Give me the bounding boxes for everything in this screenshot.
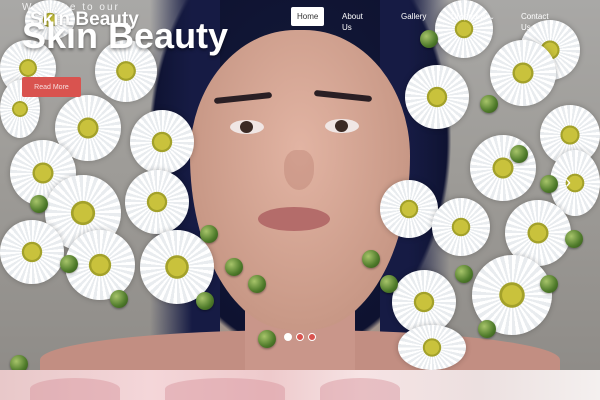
green-bead	[196, 292, 214, 310]
chevron-down-icon: ⌄	[489, 15, 495, 21]
main-nav: Home About Us Gallery Dropdown ⌄ Contact …	[0, 7, 600, 37]
nav-item-gallery[interactable]: Gallery	[401, 11, 426, 22]
green-bead	[478, 320, 496, 338]
pink-flower	[320, 378, 400, 400]
green-bead	[10, 355, 28, 370]
daisy-flower	[470, 135, 536, 201]
daisy-flower	[130, 110, 194, 174]
nav-item-about-us[interactable]: About Us	[342, 11, 363, 33]
green-bead	[110, 290, 128, 308]
eye	[230, 120, 264, 134]
green-bead	[248, 275, 266, 293]
nav-item-home[interactable]: Home	[291, 7, 325, 26]
daisy-flower	[380, 180, 438, 238]
daisy-flower	[0, 220, 64, 284]
daisy-flower	[405, 65, 469, 129]
carousel-indicator[interactable]	[296, 333, 304, 341]
green-bead	[60, 255, 78, 273]
green-bead	[540, 275, 558, 293]
lips	[258, 207, 330, 231]
green-bead	[480, 95, 498, 113]
nav-item-contact-us[interactable]: Contact Us	[521, 11, 549, 33]
chevron-right-icon[interactable]: ›	[560, 172, 576, 192]
green-bead	[455, 265, 473, 283]
carousel-indicator[interactable]	[284, 333, 292, 341]
nose	[284, 150, 314, 190]
green-bead	[510, 145, 528, 163]
read-more-button[interactable]: Read More	[22, 77, 81, 97]
daisy-flower	[398, 325, 466, 370]
nav-item-dropdown-label: Dropdown	[451, 12, 488, 21]
green-bead	[225, 258, 243, 276]
pink-flower	[30, 378, 120, 400]
daisy-flower	[392, 270, 456, 334]
eye	[325, 119, 359, 133]
daisy-flower	[490, 40, 556, 106]
carousel-indicator[interactable]	[308, 333, 316, 341]
daisy-flower	[432, 198, 490, 256]
green-bead	[200, 225, 218, 243]
daisy-flower	[125, 170, 189, 234]
nav-item-dropdown[interactable]: Dropdown ⌄	[451, 11, 495, 24]
green-bead	[540, 175, 558, 193]
green-bead	[30, 195, 48, 213]
green-bead	[362, 250, 380, 268]
pink-flower	[165, 378, 285, 400]
green-bead	[565, 230, 583, 248]
green-bead	[258, 330, 276, 348]
green-bead	[380, 275, 398, 293]
